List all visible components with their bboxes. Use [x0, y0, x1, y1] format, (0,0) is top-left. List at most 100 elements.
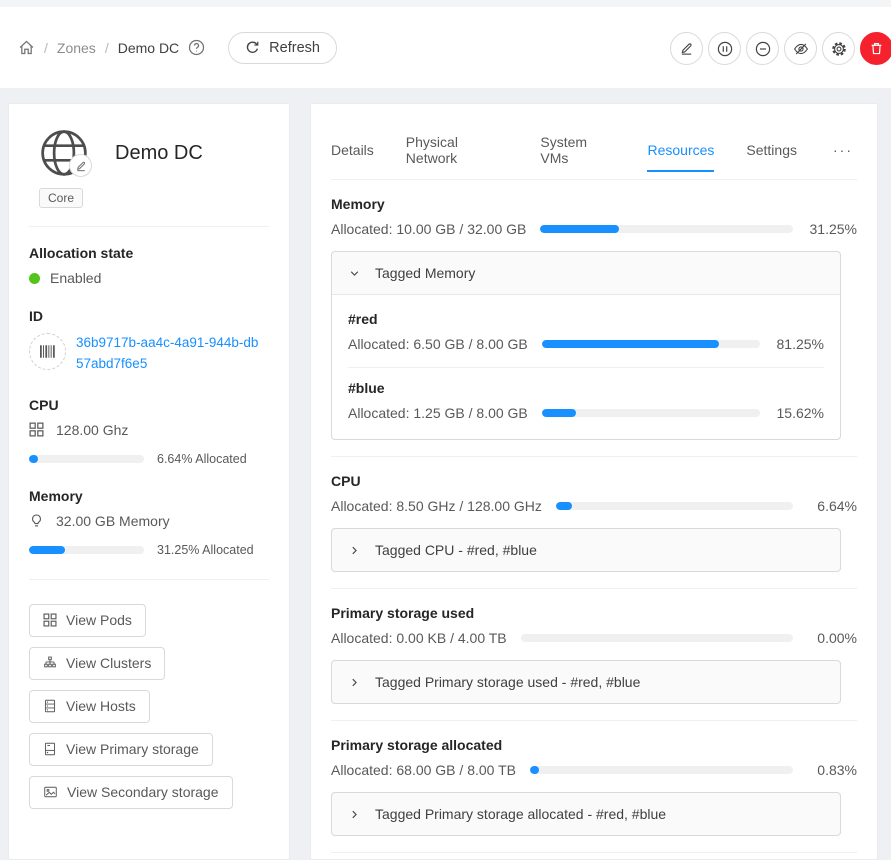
zone-detail-panel: Details Physical Network System VMs Reso… — [310, 103, 878, 860]
tab-more-icon[interactable]: ··· — [829, 134, 857, 171]
memory-label: Memory — [29, 488, 269, 504]
cpu-field: CPU 128.00 Ghz 6.64% Allocated — [29, 397, 269, 466]
breadcrumb-separator: / — [105, 40, 109, 56]
tagged-cpu-header[interactable]: Tagged CPU - #red, #blue — [332, 529, 840, 571]
allocated-text: Allocated: 1.25 GB / 8.00 GB — [348, 405, 528, 421]
edit-icon — [679, 41, 694, 56]
memory-field: Memory 32.00 GB Memory 31.25% Allocated — [29, 488, 269, 557]
chevron-down-icon — [349, 268, 360, 279]
section-title: CPU — [331, 473, 857, 489]
tagged-primary-storage-used-collapse: Tagged Primary storage used - #red, #blu… — [331, 660, 841, 704]
divider — [29, 579, 269, 580]
refresh-button[interactable]: Refresh — [228, 32, 337, 64]
barcode-icon — [29, 333, 66, 370]
chevron-right-icon — [349, 545, 360, 556]
resource-section-cpu: CPU Allocated: 8.50 GHz / 128.00 GHz 6.6… — [331, 456, 857, 572]
view-primary-storage-button[interactable]: View Primary storage — [29, 733, 213, 766]
percent-label: 0.00% — [807, 630, 857, 646]
allocation-state-label: Allocation state — [29, 245, 269, 261]
allocated-text: Allocated: 6.50 GB / 8.00 GB — [348, 336, 528, 352]
view-secondary-storage-button[interactable]: View Secondary storage — [29, 776, 233, 809]
zone-id-link[interactable]: 36b9717b-aa4c-4a91-944b-db 57abd7f6e5 — [76, 333, 258, 375]
section-title: Primary storage used — [331, 605, 857, 621]
progress-track — [542, 340, 760, 348]
chevron-right-icon — [349, 677, 360, 688]
tag-name: #red — [348, 311, 824, 327]
tagged-memory-header[interactable]: Tagged Memory — [332, 252, 840, 294]
picture-icon — [43, 785, 58, 799]
edit-name-button[interactable] — [69, 154, 92, 177]
allocated-text: Allocated: 0.00 KB / 4.00 TB — [331, 630, 507, 646]
hdd-icon — [43, 742, 57, 756]
page-header: / Zones / Demo DC Refresh — [0, 7, 891, 88]
tab-physical-network[interactable]: Physical Network — [406, 126, 509, 179]
memory-progress-track — [29, 546, 144, 554]
edit-zone-button[interactable] — [670, 32, 703, 65]
progress-track — [556, 502, 793, 510]
progress-track — [542, 409, 760, 417]
cpu-progress-track — [29, 455, 144, 463]
resource-section-primary-storage-allocated: Primary storage allocated Allocated: 68.… — [331, 720, 857, 836]
view-clusters-button[interactable]: View Clusters — [29, 647, 165, 680]
home-icon[interactable] — [18, 39, 35, 56]
breadcrumb-zones[interactable]: Zones — [57, 40, 96, 56]
gear-icon — [831, 41, 847, 57]
tab-system-vms[interactable]: System VMs — [540, 126, 615, 179]
pause-circle-icon — [717, 41, 733, 57]
disable-zone-button[interactable] — [746, 32, 779, 65]
trash-icon — [869, 41, 884, 56]
cpu-capacity: 128.00 Ghz — [56, 422, 128, 438]
memory-progress-fill — [29, 546, 65, 554]
appstore-icon — [43, 613, 57, 627]
view-buttons: View Pods View Clusters — [29, 604, 269, 809]
cpu-progress-fill — [29, 455, 38, 463]
progress-track — [521, 634, 793, 642]
memory-capacity: 32.00 GB Memory — [56, 513, 170, 529]
progress-fill — [542, 409, 576, 417]
tab-settings[interactable]: Settings — [746, 134, 797, 171]
id-label: ID — [29, 308, 269, 324]
database-icon — [43, 699, 57, 713]
id-field: ID 36b9717b-aa4c-4a91-944b-db 57abd7f6e5 — [29, 308, 269, 375]
refresh-label: Refresh — [269, 40, 320, 56]
resource-section-primary-storage-used: Primary storage used Allocated: 0.00 KB … — [331, 588, 857, 704]
resource-section-memory: Memory Allocated: 10.00 GB / 32.00 GB 31… — [331, 180, 857, 440]
zone-head: Demo DC — [29, 124, 269, 178]
delete-zone-button[interactable] — [860, 32, 891, 65]
allocation-state-value: Enabled — [50, 270, 101, 286]
breadcrumb: / Zones / Demo DC Refresh — [18, 32, 337, 64]
allocated-text: Allocated: 8.50 GHz / 128.00 GHz — [331, 498, 542, 514]
cpu-label: CPU — [29, 397, 269, 413]
progress-track — [530, 766, 793, 774]
header-actions — [670, 32, 891, 65]
progress-fill — [542, 340, 719, 348]
tagged-primary-storage-used-header[interactable]: Tagged Primary storage used - #red, #blu… — [332, 661, 840, 703]
cluster-icon — [43, 656, 57, 670]
tab-bar: Details Physical Network System VMs Reso… — [331, 112, 857, 180]
divider — [348, 367, 824, 368]
progress-fill — [530, 766, 539, 774]
tagged-primary-storage-allocated-header[interactable]: Tagged Primary storage allocated - #red,… — [332, 793, 840, 835]
settings-zone-button[interactable] — [822, 32, 855, 65]
view-pods-button[interactable]: View Pods — [29, 604, 146, 637]
minus-circle-icon — [755, 41, 771, 57]
pause-zone-button[interactable] — [708, 32, 741, 65]
zone-type-tag: Core — [39, 188, 83, 208]
progress-fill — [540, 225, 619, 233]
tag-name: #blue — [348, 380, 824, 396]
hide-zone-button[interactable] — [784, 32, 817, 65]
view-hosts-button[interactable]: View Hosts — [29, 690, 150, 723]
appstore-icon — [29, 422, 44, 437]
allocated-text: Allocated: 10.00 GB / 32.00 GB — [331, 221, 526, 237]
page-body: Demo DC Core Allocation state Enabled ID — [0, 88, 891, 860]
eye-invisible-icon — [793, 41, 809, 57]
cpu-alloc-label: 6.64% Allocated — [157, 452, 269, 466]
progress-fill — [556, 502, 572, 510]
question-circle-icon[interactable] — [188, 39, 205, 56]
resource-section-public-ip: Public IP addresses Allocated: 4 / 199 2… — [331, 852, 857, 860]
tab-resources[interactable]: Resources — [647, 134, 714, 171]
progress-track — [540, 225, 793, 233]
percent-label: 0.83% — [807, 762, 857, 778]
percent-label: 31.25% — [807, 221, 857, 237]
tab-details[interactable]: Details — [331, 134, 374, 171]
